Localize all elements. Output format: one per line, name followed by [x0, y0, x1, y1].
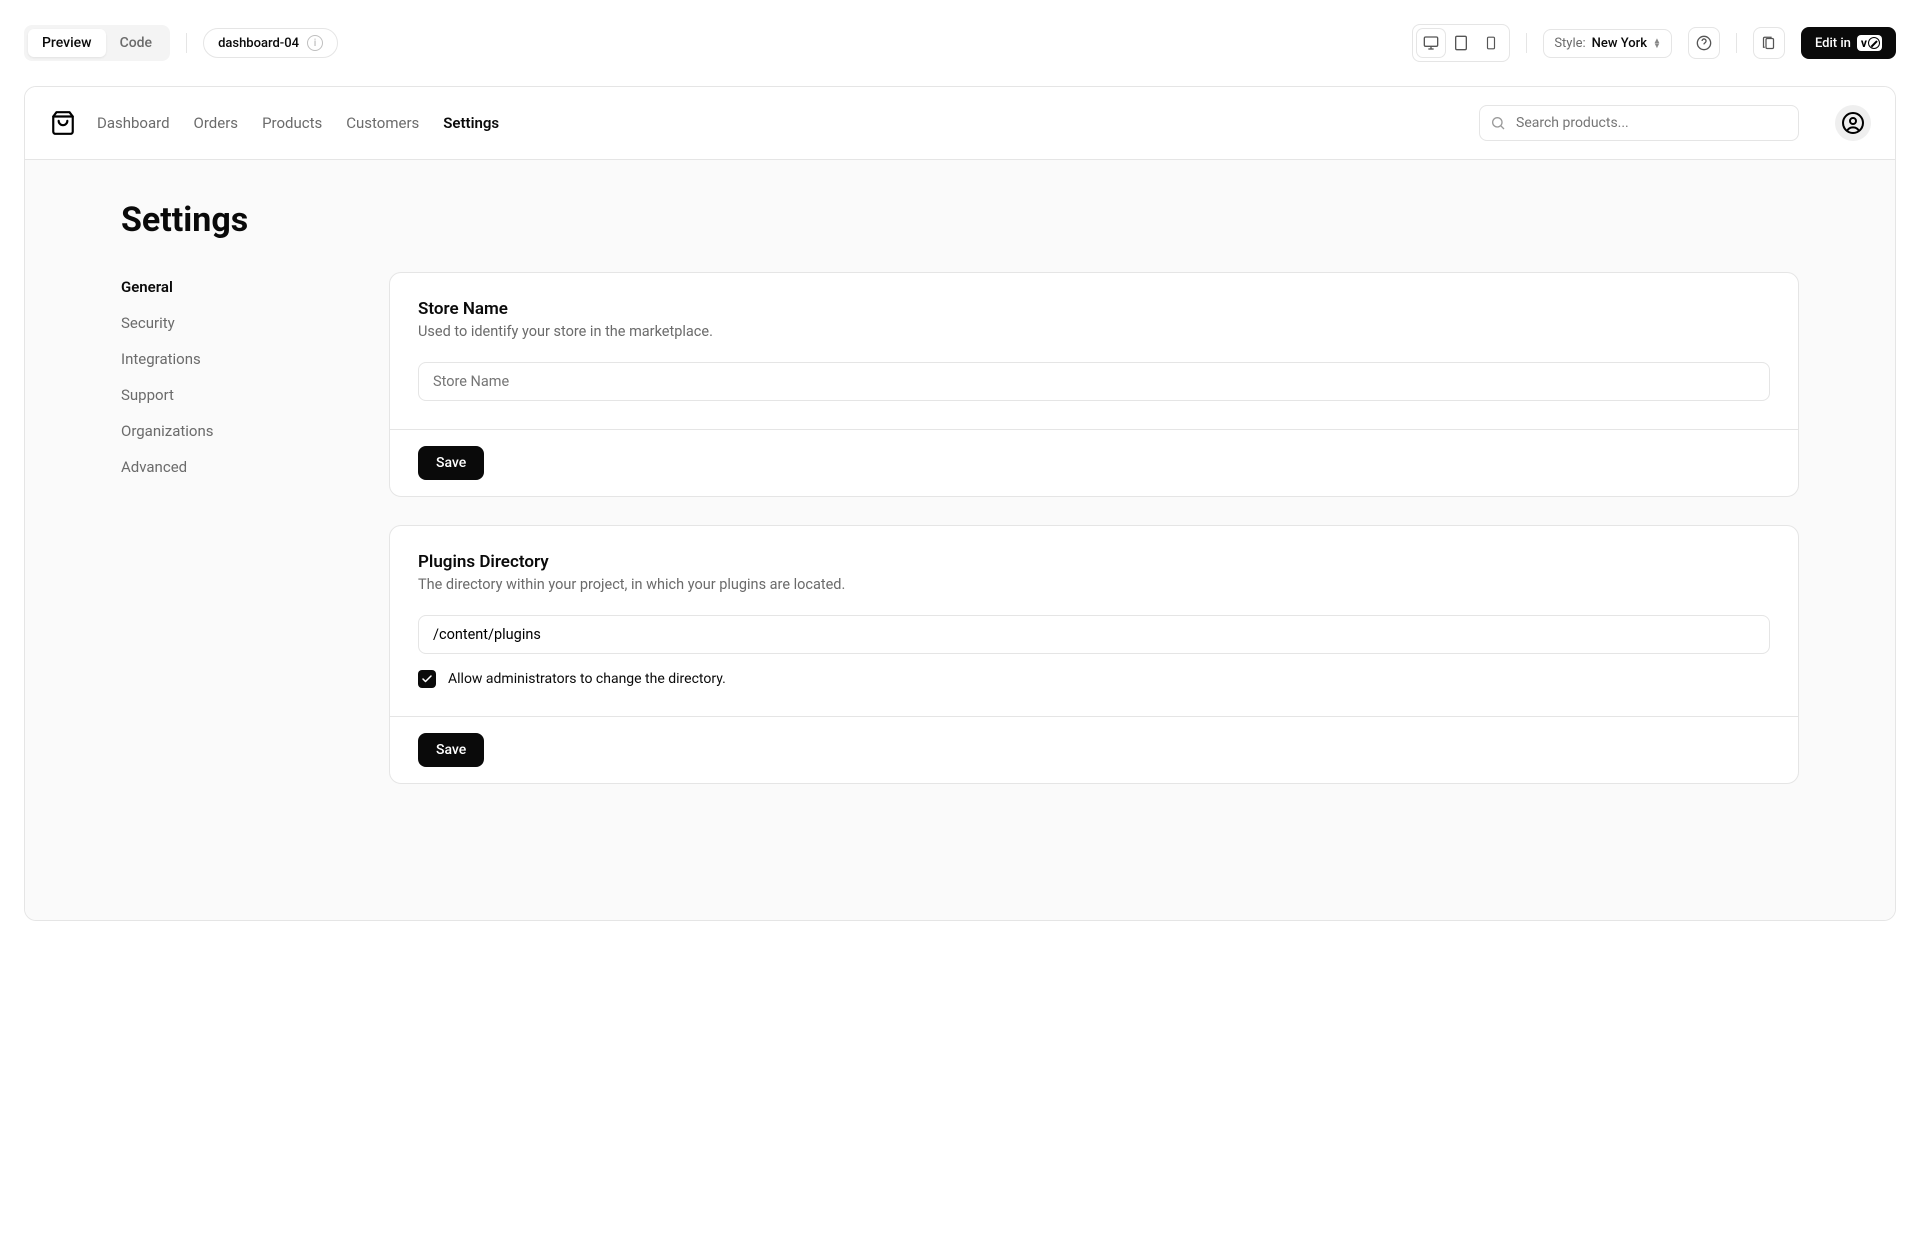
plugins-dir-title: Plugins Directory: [418, 552, 1770, 572]
page-body: Settings General Security Integrations S…: [25, 160, 1895, 920]
primary-nav: Dashboard Orders Products Customers Sett…: [97, 114, 499, 132]
edit-in-v0-button[interactable]: Edit in v: [1801, 27, 1896, 59]
mobile-device-button[interactable]: [1477, 29, 1505, 57]
nav-products[interactable]: Products: [262, 114, 322, 132]
desktop-device-button[interactable]: [1417, 29, 1445, 57]
store-name-card: Store Name Used to identify your store i…: [389, 272, 1799, 497]
nav-dashboard[interactable]: Dashboard: [97, 114, 170, 132]
sidebar-item-support[interactable]: Support: [121, 386, 341, 404]
divider: [1526, 33, 1527, 53]
chevron-up-down-icon: ▲▼: [1653, 38, 1661, 48]
nav-settings[interactable]: Settings: [443, 114, 499, 132]
allow-admin-label: Allow administrators to change the direc…: [448, 671, 726, 687]
sidebar-item-security[interactable]: Security: [121, 314, 341, 332]
store-name-input[interactable]: [418, 362, 1770, 401]
store-name-desc: Used to identify your store in the marke…: [418, 323, 1770, 340]
shopping-bag-icon: [50, 110, 76, 136]
clipboard-icon: [1761, 36, 1776, 51]
page-title: Settings: [121, 200, 1799, 240]
divider: [1736, 33, 1737, 53]
view-mode-segment: Preview Code: [24, 25, 170, 61]
style-label: Style:: [1554, 36, 1585, 51]
sidebar-item-organizations[interactable]: Organizations: [121, 422, 341, 440]
sidebar-item-integrations[interactable]: Integrations: [121, 350, 341, 368]
copy-button[interactable]: [1753, 27, 1785, 59]
tablet-device-button[interactable]: [1447, 29, 1475, 57]
code-tab[interactable]: Code: [106, 29, 166, 57]
nav-orders[interactable]: Orders: [194, 114, 239, 132]
help-button[interactable]: [1688, 27, 1720, 59]
allow-admin-checkbox[interactable]: [418, 670, 436, 688]
edit-in-label: Edit in: [1815, 36, 1851, 51]
settings-sidebar: General Security Integrations Support Or…: [121, 272, 341, 784]
sidebar-item-advanced[interactable]: Advanced: [121, 458, 341, 476]
search-wrap: [1479, 105, 1799, 141]
style-value: New York: [1592, 36, 1647, 51]
style-select[interactable]: Style: New York ▲▼: [1543, 29, 1672, 58]
sidebar-item-general[interactable]: General: [121, 278, 341, 296]
settings-main: Store Name Used to identify your store i…: [389, 272, 1799, 784]
user-avatar[interactable]: [1835, 105, 1871, 141]
app-logo[interactable]: [49, 109, 77, 137]
device-size-group: [1412, 24, 1510, 62]
check-icon: [421, 673, 433, 685]
plugins-dir-card: Plugins Directory The directory within y…: [389, 525, 1799, 784]
plugins-dir-input[interactable]: [418, 615, 1770, 654]
user-circle-icon: [1841, 111, 1865, 135]
app-header: Dashboard Orders Products Customers Sett…: [25, 87, 1895, 160]
builder-toolbar: Preview Code dashboard-04 i Style: New Y…: [24, 24, 1896, 62]
block-name-label: dashboard-04: [218, 36, 299, 51]
nav-customers[interactable]: Customers: [346, 114, 419, 132]
tablet-icon: [1453, 35, 1469, 51]
plugins-dir-save-button[interactable]: Save: [418, 733, 484, 767]
search-input[interactable]: [1479, 105, 1799, 141]
preview-tab[interactable]: Preview: [28, 29, 106, 57]
info-icon: i: [307, 35, 323, 51]
v0-logo-icon: v: [1857, 35, 1882, 51]
smartphone-icon: [1484, 35, 1498, 51]
monitor-icon: [1423, 35, 1439, 51]
block-name-pill[interactable]: dashboard-04 i: [203, 28, 338, 58]
divider: [186, 33, 187, 53]
store-name-save-button[interactable]: Save: [418, 446, 484, 480]
help-circle-icon: [1696, 35, 1712, 51]
store-name-title: Store Name: [418, 299, 1770, 319]
plugins-dir-desc: The directory within your project, in wh…: [418, 576, 1770, 593]
search-icon: [1490, 115, 1506, 131]
preview-frame: Dashboard Orders Products Customers Sett…: [24, 86, 1896, 921]
